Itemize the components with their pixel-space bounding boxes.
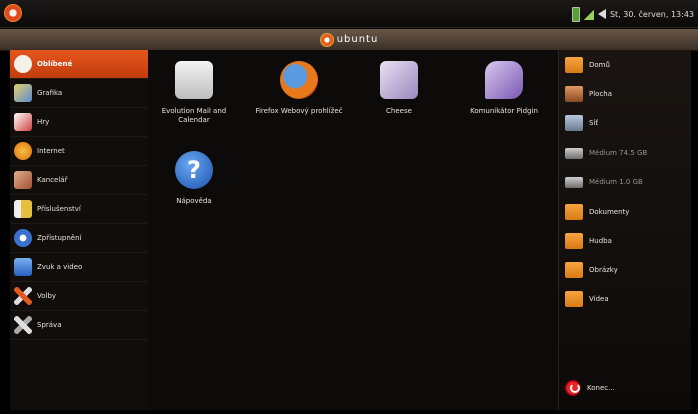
home-folder-icon [565, 57, 583, 73]
category-label: Volby [37, 292, 57, 300]
category-preferences[interactable]: Volby [10, 282, 148, 311]
help-icon: ? [175, 151, 213, 189]
folder-icon [565, 291, 583, 307]
place-label: Obrázky [589, 266, 618, 274]
administration-icon [14, 316, 32, 334]
place-label: Hudba [589, 237, 612, 245]
brand-text: ubuntu [336, 34, 379, 45]
place-documents[interactable]: Dokumenty [565, 200, 629, 224]
network-icon [565, 115, 583, 131]
app-label: Nápověda [176, 197, 212, 205]
graphics-icon [14, 84, 32, 102]
top-panel: St, 30. červen, 13:43 [0, 0, 698, 28]
app-cheese[interactable]: Cheese [353, 56, 445, 116]
category-internet[interactable]: Internet [10, 137, 148, 166]
shutdown-icon [565, 380, 581, 396]
category-label: Hry [37, 118, 50, 126]
battery-icon[interactable] [571, 6, 580, 22]
cheese-icon [380, 61, 418, 99]
category-multimedia[interactable]: Zvuk a video [10, 253, 148, 282]
category-graphics[interactable]: Grafika [10, 79, 148, 108]
mail-icon [175, 61, 213, 99]
quit-label: Konec... [587, 384, 615, 392]
app-pidgin[interactable]: Komunikátor Pidgin [458, 56, 550, 116]
category-label: Zpřístupnění [37, 234, 82, 242]
games-icon [14, 113, 32, 131]
office-icon [14, 171, 32, 189]
place-network[interactable]: Síť [565, 111, 598, 135]
ubuntu-logo-icon[interactable] [4, 4, 22, 22]
category-accessories[interactable]: Příslušenství [10, 195, 148, 224]
app-evolution[interactable]: Evolution Mail and Calendar [148, 56, 240, 125]
app-help[interactable]: ? Nápověda [148, 146, 240, 206]
place-home[interactable]: Domů [565, 53, 610, 77]
place-label: Médium 1.0 GB [589, 178, 643, 186]
clock[interactable]: St, 30. červen, 13:43 [610, 10, 694, 19]
drive-icon [565, 147, 583, 159]
preferences-icon [14, 287, 32, 305]
category-label: Příslušenství [37, 205, 81, 213]
place-label: Dokumenty [589, 208, 630, 216]
category-label: Grafika [37, 89, 63, 97]
app-label: Firefox Webový prohlížeč [255, 107, 343, 115]
drive-icon [565, 176, 583, 188]
place-drive-1gb[interactable]: Médium 1.0 GB [565, 170, 643, 194]
folder-icon [565, 204, 583, 220]
globe-icon [14, 142, 32, 160]
place-label: Domů [589, 61, 610, 69]
place-desktop[interactable]: Plocha [565, 82, 612, 106]
place-label: Videa [589, 295, 609, 303]
place-videos[interactable]: Videa [565, 287, 609, 311]
places-panel: Domů Plocha Síť Médium 74.5 GB Médium 1.… [558, 50, 691, 410]
application-grid: Evolution Mail and Calendar Firefox Webo… [148, 50, 558, 410]
category-label: Správa [37, 321, 62, 329]
category-label: Kancelář [37, 176, 68, 184]
accessibility-icon [14, 229, 32, 247]
app-label: Komunikátor Pidgin [470, 107, 538, 115]
place-label: Síť [589, 119, 599, 127]
place-drive-74gb[interactable]: Médium 74.5 GB [565, 141, 647, 165]
category-label: Internet [37, 147, 65, 155]
firefox-icon [280, 61, 318, 99]
volume-icon[interactable] [597, 9, 606, 19]
quit-button[interactable]: Konec... [565, 376, 615, 400]
folder-icon [565, 233, 583, 249]
multimedia-icon [14, 258, 32, 276]
category-favorites[interactable]: Oblíbené [10, 50, 148, 79]
place-label: Médium 74.5 GB [589, 149, 648, 157]
category-list: Oblíbené Grafika Hry Internet Kancelář P… [10, 50, 148, 410]
system-tray: St, 30. červen, 13:43 [571, 6, 694, 22]
category-label: Zvuk a video [37, 263, 83, 271]
place-music[interactable]: Hudba [565, 229, 612, 253]
accessories-icon [14, 200, 32, 218]
folder-icon [565, 262, 583, 278]
heart-icon [14, 55, 32, 73]
app-firefox[interactable]: Firefox Webový prohlížeč [253, 56, 345, 116]
pidgin-icon [485, 61, 523, 99]
ubuntu-brand-icon [319, 32, 334, 47]
app-label: Evolution Mail and Calendar [161, 107, 227, 124]
category-office[interactable]: Kancelář [10, 166, 148, 195]
place-label: Plocha [589, 90, 613, 98]
category-administration[interactable]: Správa [10, 311, 148, 340]
app-label: Cheese [386, 107, 412, 115]
signal-icon[interactable] [583, 8, 594, 20]
category-label: Oblíbené [37, 60, 73, 68]
desktop-icon [565, 86, 583, 102]
brand-bar: ubuntu [0, 29, 698, 51]
place-pictures[interactable]: Obrázky [565, 258, 618, 282]
category-games[interactable]: Hry [10, 108, 148, 137]
category-accessibility[interactable]: Zpřístupnění [10, 224, 148, 253]
